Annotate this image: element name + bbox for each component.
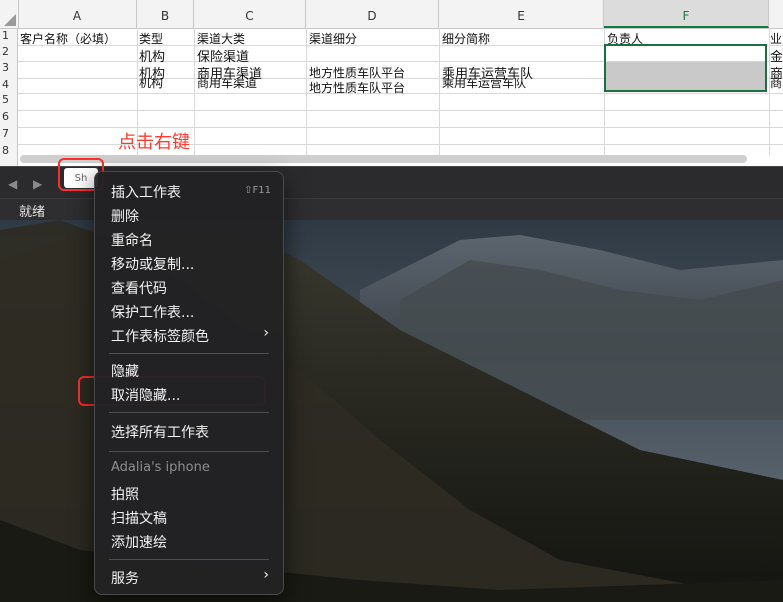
horizontal-scrollbar[interactable] [20,155,747,163]
menu-item-delete[interactable]: 删除 [111,206,139,226]
menu-item-hide[interactable]: 隐藏 [111,361,139,381]
select-all-corner[interactable] [0,0,19,28]
menu-item-services[interactable]: 服务 [111,568,139,588]
row-header-4[interactable]: 4 [0,78,18,93]
menu-item-label: 插入工作表 [111,185,181,201]
cell-c1[interactable]: 渠道大类 [197,30,245,47]
menu-item-tab-color[interactable]: 工作表标签颜色 [111,326,209,346]
menu-item-take-photo[interactable]: 拍照 [111,484,139,504]
menu-separator [109,412,269,413]
cell-e1[interactable]: 细分简称 [442,30,490,47]
prev-sheet-icon[interactable]: ◀ [8,177,17,191]
menu-item-unhide[interactable]: 取消隐藏... [111,385,180,405]
cell-e4[interactable]: 乘用车运营车队 [442,78,526,91]
row-header-7[interactable]: 7 [0,127,18,144]
menu-item-select-all-sheets[interactable]: 选择所有工作表 [111,422,209,442]
row-header-2[interactable]: 2 [0,45,18,61]
cell-d4[interactable]: 地方性质车队平台 [309,79,405,96]
column-header-f[interactable]: F [604,0,769,28]
menu-item-view-code[interactable]: 查看代码 [111,278,167,298]
menu-separator [109,559,269,560]
cell-b1[interactable]: 类型 [139,30,163,47]
column-header-b[interactable]: B [137,0,194,28]
column-header-c[interactable]: C [194,0,306,28]
menu-section-device-name: Adalia's iphone [111,460,210,475]
row-header-3[interactable]: 3 [0,61,18,78]
annotation-label: 点击右键 [118,132,190,153]
column-header-e[interactable]: E [439,0,604,28]
column-header-bar: A B C D E F [0,0,783,29]
selected-range[interactable] [604,44,767,92]
menu-item-insert-sheet[interactable]: 插入工作表 [111,182,181,202]
cell-b4[interactable]: 机构 [139,78,163,91]
row-header-5[interactable]: 5 [0,93,18,110]
cell-g4[interactable]: 商 [770,78,782,91]
menu-item-scan-documents[interactable]: 扫描文稿 [111,508,167,528]
chevron-right-icon: › [263,567,269,583]
cell-d1[interactable]: 渠道细分 [309,30,357,47]
row-header-6[interactable]: 6 [0,110,18,127]
cell-c4[interactable]: 商用车渠道 [197,78,257,91]
menu-separator [109,353,269,354]
next-sheet-icon[interactable]: ▶ [33,177,42,191]
cell-a1[interactable]: 客户名称（必填） [20,30,116,47]
row-header-8[interactable]: 8 [0,144,18,166]
status-text: 就绪 [19,205,46,220]
row-header-1[interactable]: 1 [0,29,18,45]
menu-item-rename[interactable]: 重命名 [111,230,153,250]
menu-item-move-copy[interactable]: 移动或复制... [111,254,194,274]
menu-item-add-sketch[interactable]: 添加速绘 [111,532,167,552]
column-header-a[interactable]: A [18,0,137,28]
cell-f1[interactable]: 负责人 [607,30,643,47]
menu-separator [109,451,269,452]
shortcut-label: ⇧F11 [244,185,271,196]
menu-item-protect-sheet[interactable]: 保护工作表... [111,302,194,322]
column-header-d[interactable]: D [306,0,439,28]
chevron-right-icon: › [263,325,269,341]
cell-g1[interactable]: 业 [770,30,782,47]
column-header-g[interactable] [769,0,783,28]
context-menu: 插入工作表 ⇧F11 删除 重命名 移动或复制... 查看代码 保护工作表...… [94,171,284,595]
